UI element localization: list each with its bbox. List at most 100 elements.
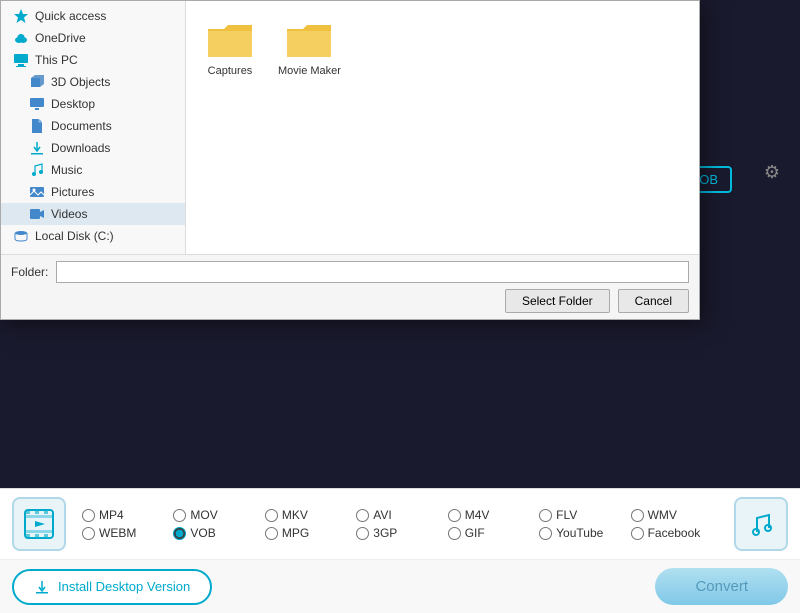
label-flv: FLV bbox=[556, 508, 577, 522]
label-webm: WEBM bbox=[99, 526, 136, 540]
format-flv[interactable]: FLV bbox=[539, 508, 626, 522]
radio-mp4[interactable] bbox=[82, 509, 95, 522]
sidebar-item-documents[interactable]: Documents bbox=[1, 115, 185, 137]
format-gif[interactable]: GIF bbox=[448, 526, 535, 540]
sidebar-item-onedrive[interactable]: OneDrive bbox=[1, 27, 185, 49]
sidebar-label-this-pc: This PC bbox=[35, 53, 78, 67]
cube-icon bbox=[29, 74, 45, 90]
label-mpg: MPG bbox=[282, 526, 309, 540]
format-mkv[interactable]: MKV bbox=[265, 508, 352, 522]
computer-icon bbox=[13, 52, 29, 68]
radio-mkv[interactable] bbox=[265, 509, 278, 522]
format-facebook[interactable]: Facebook bbox=[631, 526, 718, 540]
label-m4v: M4V bbox=[465, 508, 490, 522]
radio-flv[interactable] bbox=[539, 509, 552, 522]
select-folder-button[interactable]: Select Folder bbox=[505, 289, 610, 313]
radio-wmv[interactable] bbox=[631, 509, 644, 522]
radio-3gp[interactable] bbox=[356, 527, 369, 540]
cloud-icon bbox=[13, 30, 29, 46]
star-icon bbox=[13, 8, 29, 24]
sidebar-label-onedrive: OneDrive bbox=[35, 31, 86, 45]
sidebar-item-downloads[interactable]: Downloads bbox=[1, 137, 185, 159]
convert-button[interactable]: Convert bbox=[655, 568, 788, 605]
sidebar-item-local-disk[interactable]: Local Disk (C:) bbox=[1, 225, 185, 247]
folder-movie-maker-label: Movie Maker bbox=[278, 65, 341, 77]
format-youtube[interactable]: YouTube bbox=[539, 526, 626, 540]
format-mp4[interactable]: MP4 bbox=[82, 508, 169, 522]
dialog-body: Quick access OneDrive This PC 3D Objects bbox=[1, 1, 699, 254]
format-mov[interactable]: MOV bbox=[173, 508, 260, 522]
install-button-label: Install Desktop Version bbox=[58, 579, 190, 594]
folder-input-row: Folder: bbox=[11, 261, 689, 283]
picture-icon bbox=[29, 184, 45, 200]
folder-movie-maker[interactable]: Movie Maker bbox=[274, 17, 345, 81]
dialog-content: Captures Movie Maker bbox=[186, 1, 699, 254]
format-wmv[interactable]: WMV bbox=[631, 508, 718, 522]
format-avi[interactable]: AVI bbox=[356, 508, 443, 522]
sidebar-label-downloads: Downloads bbox=[51, 141, 110, 155]
desktop-icon bbox=[29, 96, 45, 112]
download-icon bbox=[34, 579, 50, 595]
radio-webm[interactable] bbox=[82, 527, 95, 540]
install-button[interactable]: Install Desktop Version bbox=[12, 569, 212, 605]
document-icon bbox=[29, 118, 45, 134]
radio-avi[interactable] bbox=[356, 509, 369, 522]
download-icon bbox=[29, 140, 45, 156]
sidebar-label-music: Music bbox=[51, 163, 82, 177]
radio-mpg[interactable] bbox=[265, 527, 278, 540]
radio-youtube[interactable] bbox=[539, 527, 552, 540]
music-icon bbox=[29, 162, 45, 178]
radio-facebook[interactable] bbox=[631, 527, 644, 540]
sidebar-label-desktop: Desktop bbox=[51, 97, 95, 111]
audio-icon-button[interactable] bbox=[734, 497, 788, 551]
sidebar-label-documents: Documents bbox=[51, 119, 112, 133]
radio-gif[interactable] bbox=[448, 527, 461, 540]
sidebar-item-music[interactable]: Music bbox=[1, 159, 185, 181]
radio-m4v[interactable] bbox=[448, 509, 461, 522]
radio-mov[interactable] bbox=[173, 509, 186, 522]
folder-input[interactable] bbox=[56, 261, 689, 283]
label-mp4: MP4 bbox=[99, 508, 124, 522]
disk-icon bbox=[13, 228, 29, 244]
sidebar-item-this-pc[interactable]: This PC bbox=[1, 49, 185, 71]
dialog-sidebar: Quick access OneDrive This PC 3D Objects bbox=[1, 1, 186, 254]
file-dialog: Quick access OneDrive This PC 3D Objects bbox=[0, 0, 700, 320]
format-mpg[interactable]: MPG bbox=[265, 526, 352, 540]
label-mov: MOV bbox=[190, 508, 217, 522]
sidebar-label-local-disk: Local Disk (C:) bbox=[35, 229, 114, 243]
dialog-footer: Folder: Select Folder Cancel bbox=[1, 254, 699, 319]
video-format-icon[interactable] bbox=[12, 497, 66, 551]
label-vob: VOB bbox=[190, 526, 215, 540]
folder-label: Folder: bbox=[11, 265, 48, 279]
format-webm[interactable]: WEBM bbox=[82, 526, 169, 540]
folder-captures-label: Captures bbox=[208, 65, 253, 77]
format-vob[interactable]: VOB bbox=[173, 526, 260, 540]
format-3gp[interactable]: 3GP bbox=[356, 526, 443, 540]
sidebar-item-desktop[interactable]: Desktop bbox=[1, 93, 185, 115]
label-3gp: 3GP bbox=[373, 526, 397, 540]
label-youtube: YouTube bbox=[556, 526, 603, 540]
sidebar-item-3d-objects[interactable]: 3D Objects bbox=[1, 71, 185, 93]
cancel-button[interactable]: Cancel bbox=[618, 289, 689, 313]
label-mkv: MKV bbox=[282, 508, 308, 522]
sidebar-label-quick-access: Quick access bbox=[35, 9, 106, 23]
sidebar-item-quick-access[interactable]: Quick access bbox=[1, 5, 185, 27]
folder-captures-icon bbox=[206, 21, 254, 61]
format-row: MP4 MOV MKV AVI M4V FLV bbox=[0, 489, 800, 559]
format-m4v[interactable]: M4V bbox=[448, 508, 535, 522]
video-icon bbox=[29, 206, 45, 222]
film-icon bbox=[23, 508, 55, 540]
radio-vob[interactable] bbox=[173, 527, 186, 540]
bottom-actions: Install Desktop Version Convert bbox=[0, 559, 800, 613]
sidebar-item-pictures[interactable]: Pictures bbox=[1, 181, 185, 203]
folder-grid: Captures Movie Maker bbox=[202, 17, 683, 81]
folder-captures[interactable]: Captures bbox=[202, 17, 258, 81]
label-wmv: WMV bbox=[648, 508, 677, 522]
music-note-icon bbox=[747, 510, 775, 538]
bottom-toolbar: MP4 MOV MKV AVI M4V FLV bbox=[0, 488, 800, 608]
sidebar-item-videos[interactable]: Videos bbox=[1, 203, 185, 225]
sidebar-label-pictures: Pictures bbox=[51, 185, 94, 199]
label-avi: AVI bbox=[373, 508, 391, 522]
label-gif: GIF bbox=[465, 526, 485, 540]
gear-button[interactable]: ⚙ bbox=[764, 162, 780, 183]
